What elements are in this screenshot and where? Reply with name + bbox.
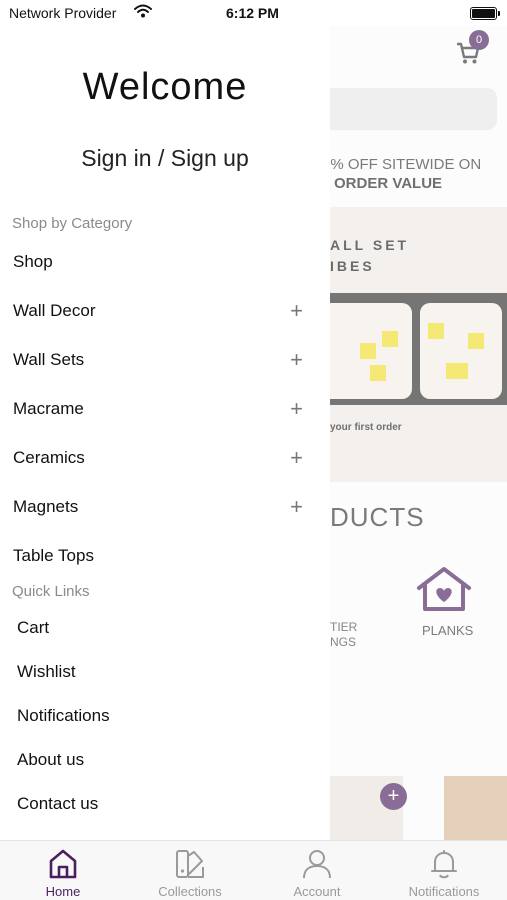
tab-label: Home — [45, 884, 81, 899]
bell-icon — [431, 850, 457, 879]
category-item-label: Ceramics — [13, 448, 85, 467]
tab-notifications[interactable]: Notifications — [381, 841, 507, 900]
signin-link[interactable]: Sign in / Sign up — [0, 145, 330, 172]
status-bar: Network Provider 6:12 PM — [0, 0, 507, 26]
expand-plus-icon[interactable]: + — [290, 345, 303, 375]
bottom-tab-bar: Home Collections Account Notifications — [0, 840, 507, 900]
account-icon — [303, 850, 331, 879]
tab-account[interactable]: Account — [254, 841, 380, 900]
category-item-ceramics[interactable]: Ceramics + — [13, 443, 303, 473]
section-label-quick-links: Quick Links — [12, 583, 90, 600]
drawer-title: Welcome — [82, 66, 248, 108]
category-item-table-tops[interactable]: Table Tops — [13, 541, 303, 571]
category-item-label: Macrame — [13, 399, 84, 418]
expand-plus-icon[interactable]: + — [290, 492, 303, 522]
tab-collections[interactable]: Collections — [127, 841, 253, 900]
category-item-label: Wall Decor — [13, 301, 96, 320]
side-drawer: Welcome Sign in / Sign up Shop by Catego… — [0, 26, 330, 840]
category-item-label: Magnets — [13, 497, 79, 516]
wifi-icon — [134, 4, 152, 23]
carrier-label: Network Provider — [9, 5, 117, 21]
battery-icon — [470, 7, 500, 20]
expand-plus-icon[interactable]: + — [290, 296, 303, 326]
quick-link-about-us[interactable]: About us — [17, 750, 84, 770]
quick-link-contact-us[interactable]: Contact us — [17, 794, 98, 814]
category-item-label: Shop — [13, 252, 53, 271]
category-item-wall-decor[interactable]: Wall Decor + — [13, 296, 303, 326]
status-time: 6:12 PM — [226, 5, 279, 21]
category-item-macrame[interactable]: Macrame + — [13, 394, 303, 424]
tab-label: Collections — [158, 884, 222, 899]
category-item-label: Wall Sets — [13, 350, 85, 369]
tab-home[interactable]: Home — [0, 841, 126, 900]
category-item-shop[interactable]: Shop — [13, 247, 303, 277]
quick-link-wishlist[interactable]: Wishlist — [17, 662, 76, 682]
expand-plus-icon[interactable]: + — [290, 443, 303, 473]
category-item-magnets[interactable]: Magnets + — [13, 492, 303, 522]
home-icon — [49, 849, 77, 879]
category-item-label: Table Tops — [13, 546, 94, 565]
section-label-shop-by-category: Shop by Category — [12, 215, 133, 232]
category-item-wall-sets[interactable]: Wall Sets + — [13, 345, 303, 375]
collections-icon — [176, 850, 204, 878]
tab-label: Account — [293, 884, 341, 899]
expand-plus-icon[interactable]: + — [290, 394, 303, 424]
quick-link-cart[interactable]: Cart — [17, 618, 49, 638]
quick-link-notifications[interactable]: Notifications — [17, 706, 110, 726]
tab-label: Notifications — [408, 884, 480, 899]
